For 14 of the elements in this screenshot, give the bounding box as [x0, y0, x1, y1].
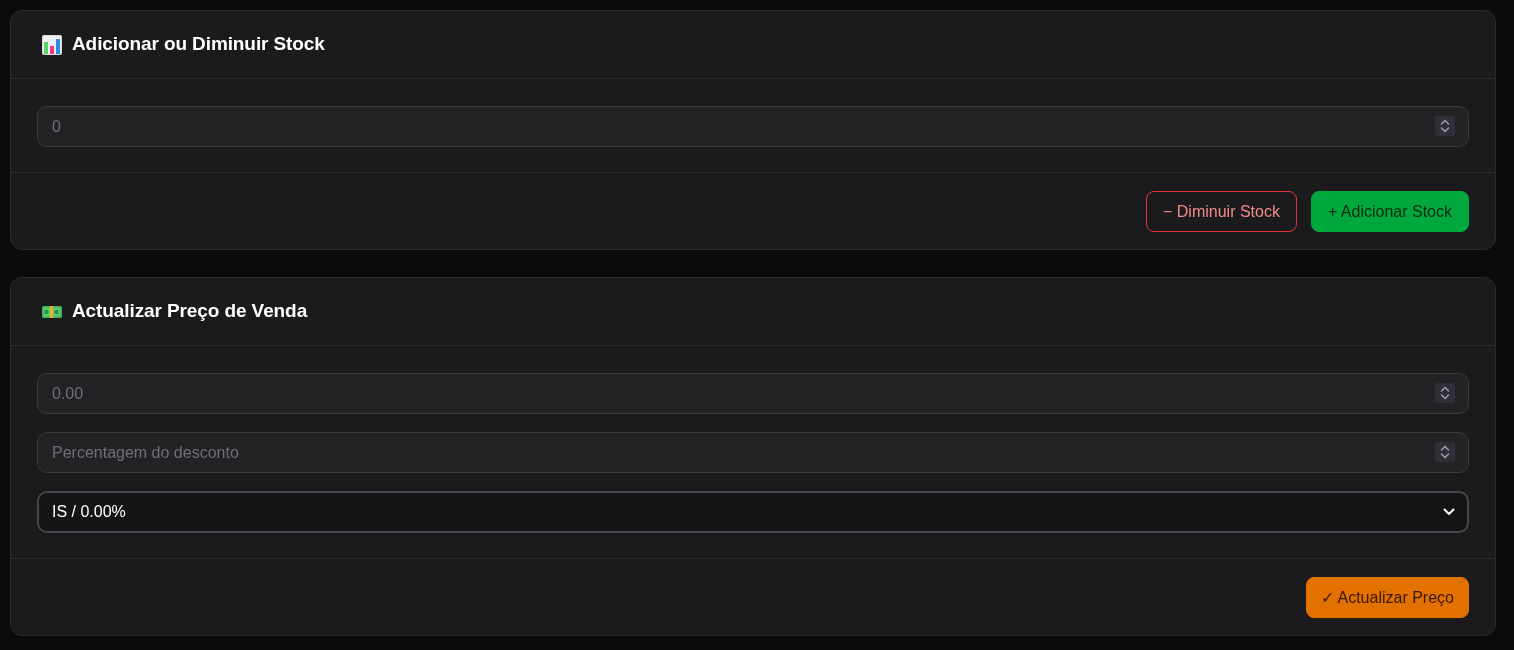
number-field[interactable]: 0: [37, 106, 1469, 147]
chevron-down-icon: [1443, 508, 1455, 516]
spinner-icon[interactable]: [1435, 116, 1455, 136]
number-field[interactable]: 0.00: [37, 373, 1469, 414]
card-title: Adicionar ou Diminuir Stock: [72, 33, 325, 56]
update-price-button[interactable]: ✓ Actualizar Preço: [1305, 577, 1469, 618]
decrease-stock-button[interactable]: − Diminuir Stock: [1146, 191, 1297, 232]
tax-dropdown[interactable]: IS / 0.00%: [37, 491, 1469, 533]
spinner-icon[interactable]: [1435, 442, 1455, 462]
number-field[interactable]: Percentagem do desconto: [37, 432, 1469, 473]
card-title: Actualizar Preço de Venda: [72, 300, 308, 323]
add-stock-button[interactable]: + Adicionar Stock: [1310, 191, 1469, 232]
bar-chart-icon: [42, 34, 62, 55]
spinner-icon[interactable]: [1435, 383, 1455, 403]
